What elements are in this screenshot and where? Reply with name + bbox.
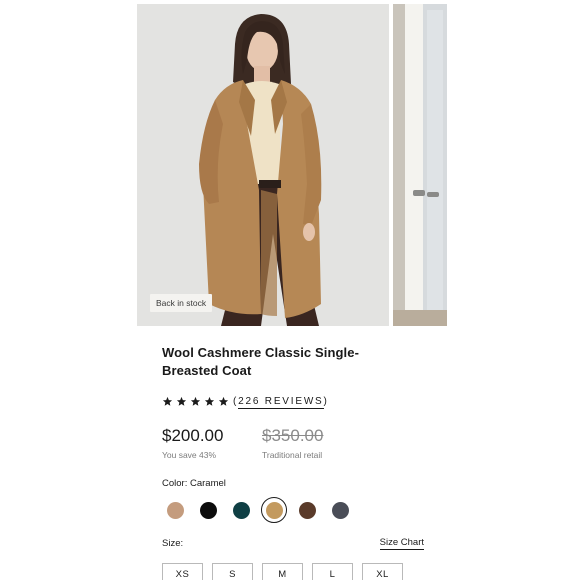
product-gallery[interactable]: Back in stock <box>137 4 447 326</box>
retail-price: $350.00 <box>262 426 324 445</box>
size-option-xl[interactable]: XL <box>362 563 403 580</box>
swatch-brown <box>298 501 316 519</box>
size-chart-link[interactable]: Size Chart <box>379 537 424 550</box>
back-in-stock-badge: Back in stock <box>150 294 213 312</box>
star-icon <box>204 396 215 406</box>
swatch-charcoal <box>331 501 349 519</box>
size-option-l[interactable]: L <box>312 563 353 580</box>
size-option-xs[interactable]: XS <box>162 563 203 580</box>
size-options: XS S M L XL <box>162 563 442 580</box>
product-secondary-image[interactable] <box>393 4 447 326</box>
swatch-caramel-button[interactable] <box>261 497 287 523</box>
star-icon <box>190 396 201 406</box>
reviews-count[interactable]: (226 REVIEWS) <box>233 395 329 409</box>
rating-row[interactable]: (226 REVIEWS) <box>162 394 442 409</box>
retail-price-column: $350.00 Traditional retail <box>262 426 362 460</box>
size-option-s[interactable]: S <box>212 563 253 580</box>
sale-price-column: $200.00 You save 43% <box>162 426 262 460</box>
savings-text: You save 43% <box>162 450 217 460</box>
swatch-charcoal-button[interactable] <box>327 497 353 523</box>
product-title: Wool Cashmere Classic Single-Breasted Co… <box>162 345 359 378</box>
star-icon <box>176 396 187 406</box>
size-option-m[interactable]: M <box>262 563 303 580</box>
star-icon <box>162 396 173 406</box>
sale-price: $200.00 <box>162 426 224 445</box>
size-label: Size: <box>162 538 184 549</box>
swatch-brown-button[interactable] <box>294 497 320 523</box>
star-icon <box>218 396 229 406</box>
swatch-caramel <box>265 501 283 519</box>
size-header: Size: Size Chart <box>162 537 424 550</box>
star-rating <box>162 396 229 407</box>
swatch-black-button[interactable] <box>195 497 221 523</box>
product-info: Wool Cashmere Classic Single-Breasted Co… <box>162 344 442 580</box>
color-label: Color: Caramel <box>162 478 226 489</box>
swatch-black <box>199 501 217 519</box>
product-page: Back in stock Wool Cashmere Classic Sing… <box>0 0 580 580</box>
swatch-camel <box>166 501 184 519</box>
swatch-camel-button[interactable] <box>162 497 188 523</box>
swatch-teal-button[interactable] <box>228 497 254 523</box>
retail-label: Traditional retail <box>262 450 323 460</box>
reviews-link[interactable]: 226 REVIEWS <box>238 395 324 409</box>
color-swatches <box>162 497 442 523</box>
reviews-close-paren: ) <box>323 395 329 407</box>
product-main-image[interactable]: Back in stock <box>137 4 389 326</box>
price-block: $200.00 You save 43% $350.00 Traditional… <box>162 426 442 460</box>
swatch-teal <box>232 501 250 519</box>
